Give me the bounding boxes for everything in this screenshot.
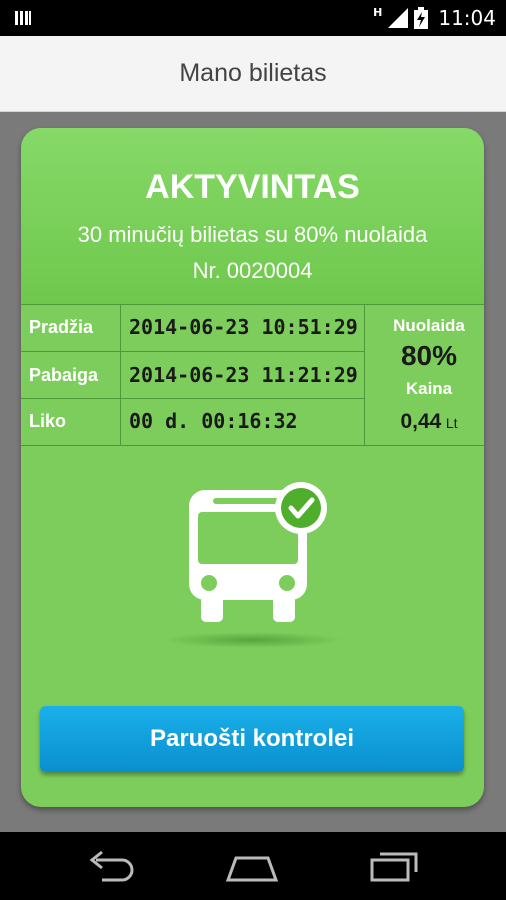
back-icon[interactable] (82, 846, 142, 886)
app-bar: Mano bilietas (0, 36, 506, 112)
status-bar: H 11:04 (0, 0, 506, 36)
divider (120, 304, 121, 445)
battery-icon (414, 7, 429, 29)
start-label: Pradžia (29, 317, 94, 337)
clock: 11:04 (438, 6, 496, 30)
end-value: 2014-06-23 11:21:29 (129, 363, 358, 387)
divider (21, 351, 364, 352)
divider (21, 398, 364, 399)
ticket-number: Nr. 0020004 (192, 258, 313, 283)
signal-icon (388, 8, 409, 28)
ticket-description: 30 minučių bilietas su 80% nuolaida (77, 222, 428, 247)
divider (21, 445, 484, 446)
price-currency: Lt (445, 415, 458, 431)
prepare-for-inspection-button[interactable]: Paruošti kontrolei (40, 706, 464, 772)
notification-icon (15, 11, 31, 25)
network-type-label: H (373, 6, 383, 19)
price-label: Kaina (405, 379, 453, 398)
start-value: 2014-06-23 10:51:29 (129, 315, 358, 339)
remaining-label: Liko (29, 411, 67, 431)
end-label: Pabaiga (29, 365, 99, 385)
price: 0,44 Lt (375, 410, 483, 434)
page-title: Mano bilietas (179, 59, 327, 87)
nav-bar (0, 832, 506, 900)
discount-value: 80% (400, 340, 458, 371)
ticket-status: AKTYVINTAS (145, 168, 360, 206)
recent-apps-icon[interactable] (364, 846, 424, 886)
content-area: AKTYVINTAS 30 minučių bilietas su 80% nu… (0, 112, 506, 832)
discount-label: Nuolaida (393, 316, 465, 335)
price-value: 0,44 (400, 410, 442, 433)
ticket-card: AKTYVINTAS 30 minučių bilietas su 80% nu… (21, 128, 484, 807)
divider (21, 304, 484, 305)
remaining-value: 00 d. 00:16:32 (129, 409, 298, 433)
home-icon[interactable] (222, 846, 282, 886)
bus-check-icon (163, 482, 343, 648)
divider (364, 304, 365, 445)
